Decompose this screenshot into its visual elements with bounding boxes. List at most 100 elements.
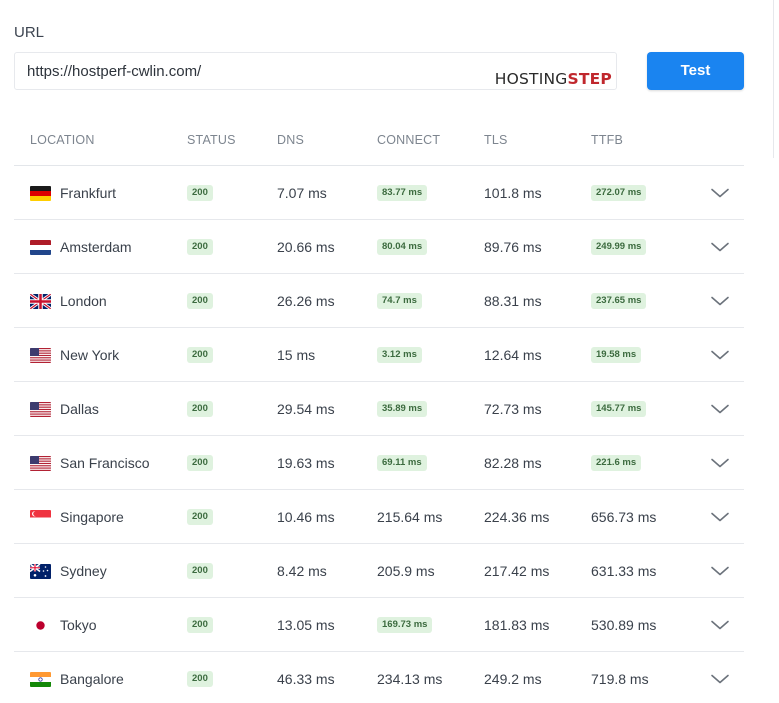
dns-cell: 10.46 ms	[277, 490, 335, 544]
ttfb-cell: 719.8 ms	[591, 652, 649, 703]
ttfb-cell: 249.99 ms	[591, 220, 647, 274]
chevron-down-icon	[709, 672, 731, 686]
tls-value: 217.42 ms	[484, 563, 550, 579]
expand-row-button[interactable]	[708, 598, 732, 652]
expand-row-button[interactable]	[708, 220, 732, 274]
table-row[interactable]: Sydney 200 8.42 ms 205.9 ms 217.42 ms 631.33 …	[14, 544, 744, 598]
location-cell: Sydney	[30, 544, 107, 598]
table-body: Frankfurt 200 7.07 ms 83.77 ms 101.8 ms 272.0…	[14, 166, 744, 703]
tls-cell: 101.8 ms	[484, 166, 542, 220]
location-cell: Singapore	[30, 490, 124, 544]
table-row[interactable]: Tokyo 200 13.05 ms 169.73 ms 181.83 ms 530.89…	[14, 598, 744, 652]
dns-value: 7.07 ms	[277, 185, 327, 201]
expand-row-button[interactable]	[708, 436, 732, 490]
status-cell: 200	[187, 490, 213, 544]
url-label: URL	[14, 24, 45, 41]
location-name: London	[60, 293, 107, 309]
connect-badge: 35.89 ms	[377, 401, 428, 417]
dns-cell: 46.33 ms	[277, 652, 335, 703]
expand-row-button[interactable]	[708, 274, 732, 328]
status-badge: 200	[187, 671, 213, 687]
tls-value: 224.36 ms	[484, 509, 550, 525]
status-badge: 200	[187, 563, 213, 579]
expand-row-button[interactable]	[708, 328, 732, 382]
connect-cell: 83.77 ms	[377, 166, 428, 220]
expand-row-button[interactable]	[708, 382, 732, 436]
ttfb-cell: 237.65 ms	[591, 274, 647, 328]
table-row[interactable]: Bangalore 200 46.33 ms 234.13 ms 249.2 ms 719…	[14, 652, 744, 703]
flag-us-icon	[30, 455, 51, 471]
status-badge: 200	[187, 185, 213, 201]
tls-cell: 88.31 ms	[484, 274, 542, 328]
flag-nl-icon	[30, 239, 51, 255]
dns-value: 13.05 ms	[277, 617, 335, 633]
status-badge: 200	[187, 455, 213, 471]
test-button[interactable]: Test	[647, 52, 744, 90]
chevron-down-icon	[709, 618, 731, 632]
connect-value: 205.9 ms	[377, 563, 435, 579]
status-cell: 200	[187, 652, 213, 703]
dns-value: 19.63 ms	[277, 455, 335, 471]
status-cell: 200	[187, 436, 213, 490]
status-cell: 200	[187, 382, 213, 436]
connect-cell: 69.11 ms	[377, 436, 427, 490]
ttfb-cell: 530.89 ms	[591, 598, 656, 652]
ttfb-badge: 249.99 ms	[591, 239, 647, 255]
expand-row-button[interactable]	[708, 652, 732, 703]
dns-value: 20.66 ms	[277, 239, 335, 255]
url-input-value: https://hostperf-cwlin.com/	[27, 63, 202, 80]
column-header-status: STATUS	[187, 133, 236, 147]
expand-row-button[interactable]	[708, 490, 732, 544]
tls-cell: 12.64 ms	[484, 328, 542, 382]
location-cell: Bangalore	[30, 652, 124, 703]
flag-au-icon	[30, 563, 51, 579]
location-cell: London	[30, 274, 107, 328]
dns-value: 46.33 ms	[277, 671, 335, 687]
chevron-down-icon	[709, 294, 731, 308]
url-input[interactable]: https://hostperf-cwlin.com/ HOSTINGSTEP	[14, 52, 617, 90]
location-name: Frankfurt	[60, 185, 117, 201]
tls-cell: 89.76 ms	[484, 220, 542, 274]
tls-cell: 217.42 ms	[484, 544, 549, 598]
ttfb-value: 631.33 ms	[591, 563, 657, 579]
location-name: Sydney	[60, 563, 107, 579]
status-cell: 200	[187, 598, 213, 652]
dns-value: 15 ms	[277, 347, 316, 363]
flag-sg-icon	[30, 509, 51, 525]
dns-cell: 13.05 ms	[277, 598, 335, 652]
table-row[interactable]: Singapore 200 10.46 ms 215.64 ms 224.36 ms 65…	[14, 490, 744, 544]
table-row[interactable]: London 200 26.26 ms 74.7 ms 88.31 ms 237.65 m…	[14, 274, 744, 328]
chevron-down-icon	[709, 402, 731, 416]
ttfb-badge: 19.58 ms	[591, 347, 642, 363]
expand-row-button[interactable]	[708, 166, 732, 220]
flag-gb-icon	[30, 293, 51, 309]
chevron-down-icon	[709, 564, 731, 578]
connect-badge: 80.04 ms	[377, 239, 428, 255]
location-name: Dallas	[60, 401, 99, 417]
connect-badge: 169.73 ms	[377, 617, 433, 633]
location-cell: San Francisco	[30, 436, 149, 490]
flag-us-icon	[30, 401, 51, 417]
table-row[interactable]: San Francisco 200 19.63 ms 69.11 ms 82.28 ms…	[14, 436, 744, 490]
status-cell: 200	[187, 544, 213, 598]
ttfb-cell: 145.77 ms	[591, 382, 647, 436]
dns-cell: 20.66 ms	[277, 220, 335, 274]
expand-row-button[interactable]	[708, 544, 732, 598]
location-name: Tokyo	[60, 617, 97, 633]
status-cell: 200	[187, 328, 213, 382]
tls-cell: 249.2 ms	[484, 652, 542, 703]
table-row[interactable]: Amsterdam 200 20.66 ms 80.04 ms 89.76 ms 249.…	[14, 220, 744, 274]
tls-value: 181.83 ms	[484, 617, 550, 633]
connect-cell: 205.9 ms	[377, 544, 435, 598]
location-name: Amsterdam	[60, 239, 132, 255]
tls-value: 72.73 ms	[484, 401, 542, 417]
status-badge: 200	[187, 239, 213, 255]
location-name: Bangalore	[60, 671, 124, 687]
table-header: LOCATION STATUS DNS CONNECT TLS TTFB	[14, 120, 744, 166]
table-row[interactable]: Dallas 200 29.54 ms 35.89 ms 72.73 ms 145.77 …	[14, 382, 744, 436]
table-row[interactable]: Frankfurt 200 7.07 ms 83.77 ms 101.8 ms 272.0…	[14, 166, 744, 220]
table-row[interactable]: New York 200 15 ms 3.12 ms 12.64 ms 19.58 ms	[14, 328, 744, 382]
status-cell: 200	[187, 166, 213, 220]
chevron-down-icon	[709, 510, 731, 524]
connect-cell: 3.12 ms	[377, 328, 422, 382]
